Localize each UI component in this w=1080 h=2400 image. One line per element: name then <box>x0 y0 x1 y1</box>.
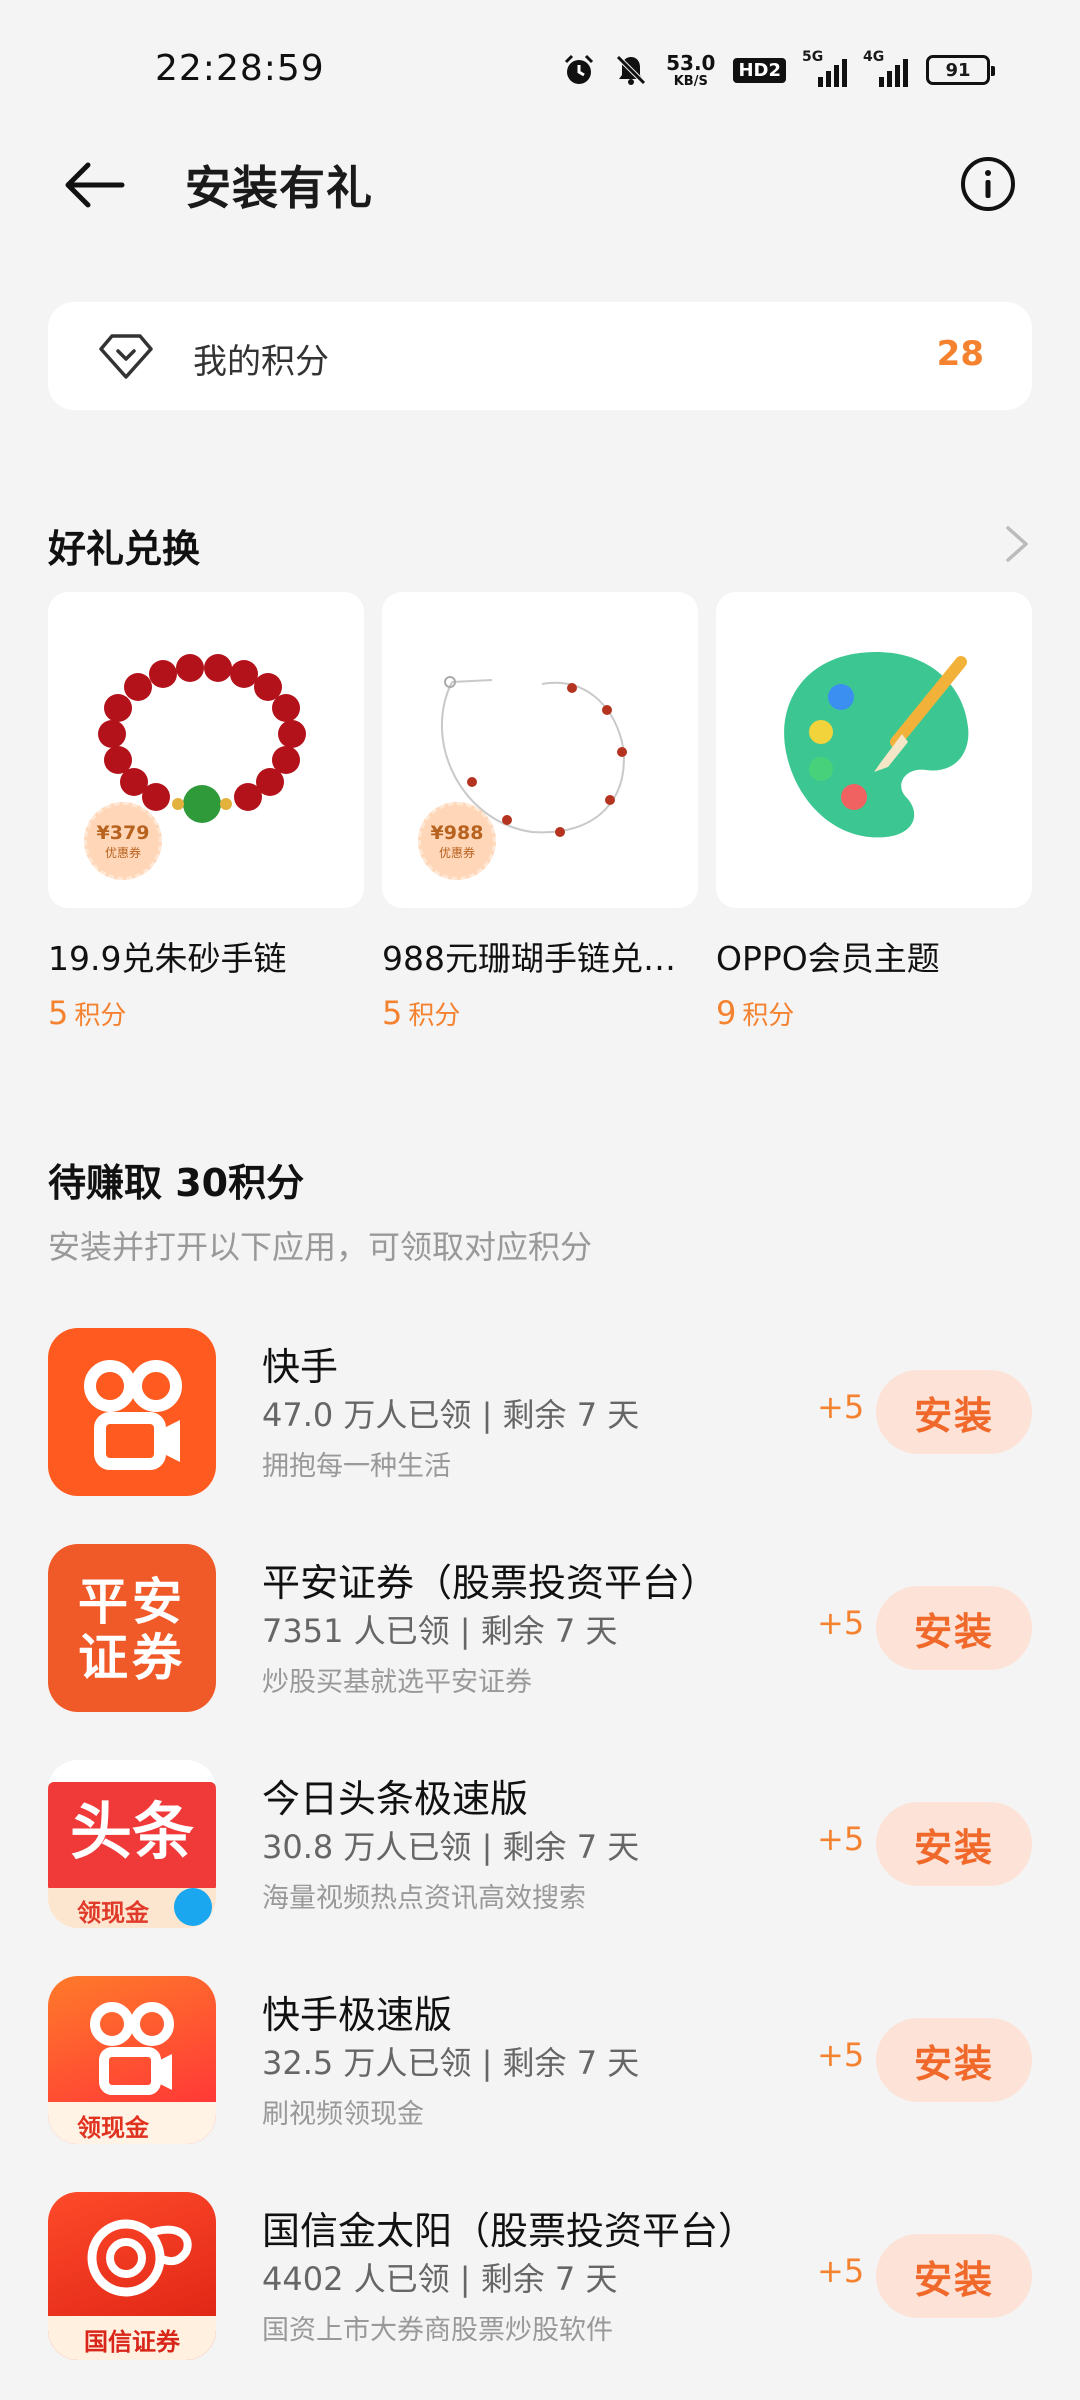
pingan-app-icon: 平安证券 <box>48 1544 216 1712</box>
net-speed-value: 53.0 <box>666 50 716 75</box>
gift-points-unit: 积分 <box>408 1001 461 1031</box>
mute-bell-icon <box>616 55 646 85</box>
chevron-right-icon[interactable] <box>1002 522 1032 566</box>
toutiao-app-icon: 头条 领现金 <box>48 1760 216 1928</box>
status-bar: 22:28:59 53.0 KB/S HD2 5G 4G 91 <box>0 0 1080 140</box>
gift-points-value: 5 <box>48 994 69 1032</box>
app-desc: 拥抱每一种生活 <box>262 1451 451 1482</box>
app-list-item[interactable]: 国信证券 国信金太阳（股票投资平台） 4402 人已领 | 剩余 7 天 国资上… <box>0 2192 1080 2362</box>
gift-image: ¥988 优惠券 <box>382 592 698 908</box>
install-button[interactable]: 安装 <box>876 2018 1032 2102</box>
app-list-item[interactable]: 快手 47.0 万人已领 | 剩余 7 天 拥抱每一种生活 +5 安装 <box>0 1328 1080 1498</box>
status-icons: 53.0 KB/S HD2 5G 4G 91 <box>562 46 995 94</box>
gift-name: OPPO会员主题 <box>716 939 940 978</box>
app-name: 快手极速版 <box>262 1993 453 2037</box>
points-label: 我的积分 <box>193 342 329 382</box>
gift-points: 5 积分 <box>382 994 698 1032</box>
guosen-app-icon: 国信证券 <box>48 2192 216 2360</box>
app-stats: 4402 人已领 | 剩余 7 天 <box>262 2260 618 2298</box>
install-button[interactable]: 安装 <box>876 1586 1032 1670</box>
gift-points: 9 积分 <box>716 994 1032 1032</box>
gift-points-value: 9 <box>716 994 737 1032</box>
app-list-item[interactable]: 头条 领现金 今日头条极速版 30.8 万人已领 | 剩余 7 天 海量视频热点… <box>0 1760 1080 1930</box>
points-value: 28 <box>936 334 984 374</box>
coupon-badge: ¥988 优惠券 <box>418 802 496 880</box>
kuaishou-lite-icon-badge: 领现金 <box>77 2114 149 2142</box>
app-stats: 47.0 万人已领 | 剩余 7 天 <box>262 1396 640 1434</box>
app-list-item[interactable]: 领现金 快手极速版 32.5 万人已领 | 剩余 7 天 刷视频领现金 +5 安… <box>0 1976 1080 2146</box>
coupon-text: 优惠券 <box>438 845 475 860</box>
app-desc: 海量视频热点资讯高效搜索 <box>262 1883 586 1914</box>
gift-image: ¥379 优惠券 <box>48 592 364 908</box>
toutiao-icon-badge: 领现金 <box>77 1899 149 1927</box>
gift-card[interactable]: OPPO会员主题 9 积分 <box>716 592 1032 1032</box>
kuaishou-app-icon <box>48 1328 216 1496</box>
status-time: 22:28:59 <box>155 48 325 89</box>
my-points-card[interactable]: 我的积分 28 <box>48 302 1032 410</box>
app-stats: 7351 人已领 | 剩余 7 天 <box>262 1612 618 1650</box>
palette-image <box>784 652 969 838</box>
signal-5g-icon: 5G <box>802 49 847 87</box>
earn-section-subtitle: 安装并打开以下应用，可领取对应积分 <box>48 1228 593 1266</box>
gift-card[interactable]: ¥379 优惠券 19.9兑朱砂手链 5 积分 <box>48 592 364 1032</box>
app-name: 今日头条极速版 <box>262 1777 529 1821</box>
install-button[interactable]: 安装 <box>876 2234 1032 2318</box>
hd-badge: HD2 <box>733 57 786 83</box>
gift-name: 988元珊瑚手链兑换券 <box>382 939 698 978</box>
app-reward: +5 <box>817 1820 865 1858</box>
info-icon[interactable] <box>956 152 1020 216</box>
back-arrow-icon[interactable] <box>60 150 130 220</box>
app-stats: 32.5 万人已领 | 剩余 7 天 <box>262 2044 640 2082</box>
toutiao-icon-text: 头条 <box>69 1795 194 1868</box>
app-reward: +5 <box>817 2252 865 2290</box>
page-title: 安装有礼 <box>185 161 373 215</box>
battery-icon: 91 <box>926 55 995 85</box>
gift-image <box>716 592 1032 908</box>
app-name: 国信金太阳（股票投资平台） <box>262 2209 757 2253</box>
net-speed-unit: KB/S <box>673 73 708 89</box>
app-stats: 30.8 万人已领 | 剩余 7 天 <box>262 1828 640 1866</box>
app-reward: +5 <box>817 1604 865 1642</box>
gift-points-value: 5 <box>382 994 403 1032</box>
install-button[interactable]: 安装 <box>876 1802 1032 1886</box>
coupon-badge: ¥379 优惠券 <box>84 802 162 880</box>
gift-name: 19.9兑朱砂手链 <box>48 939 287 978</box>
kuaishou-lite-app-icon: 领现金 <box>48 1976 216 2144</box>
signal-4g-icon: 4G <box>863 49 908 87</box>
coupon-text: 优惠券 <box>104 845 141 860</box>
net-speed: 53.0 KB/S <box>666 53 715 88</box>
install-button[interactable]: 安装 <box>876 1370 1032 1454</box>
signal-5g-label: 5G <box>802 49 824 65</box>
app-desc: 国资上市大券商股票炒股软件 <box>262 2315 613 2346</box>
signal-4g-label: 4G <box>863 49 885 65</box>
gift-points: 5 积分 <box>48 994 364 1032</box>
coupon-price: ¥988 <box>430 821 484 844</box>
app-reward: +5 <box>817 1388 865 1426</box>
pingan-icon-text: 平安证券 <box>78 1573 186 1687</box>
app-list-item[interactable]: 平安证券 平安证券（股票投资平台） 7351 人已领 | 剩余 7 天 炒股买基… <box>0 1544 1080 1714</box>
alarm-icon <box>565 54 594 84</box>
earn-section-title: 待赚取 30积分 <box>48 1161 305 1205</box>
guosen-icon-badge: 国信证券 <box>84 2328 180 2356</box>
gift-section-title: 好礼兑换 <box>48 527 201 571</box>
gift-card[interactable]: ¥988 优惠券 988元珊瑚手链兑换券 5 积分 <box>382 592 698 1032</box>
battery-level: 91 <box>945 59 971 81</box>
app-desc: 刷视频领现金 <box>262 2099 424 2130</box>
app-name: 平安证券（股票投资平台） <box>262 1561 719 1605</box>
coupon-price: ¥379 <box>96 821 150 844</box>
app-desc: 炒股买基就选平安证券 <box>262 1667 532 1698</box>
gift-points-unit: 积分 <box>74 1001 127 1031</box>
app-reward: +5 <box>817 2036 865 2074</box>
app-bar: 安装有礼 <box>0 130 1080 240</box>
gift-points-unit: 积分 <box>742 1001 795 1031</box>
app-name: 快手 <box>262 1345 339 1389</box>
diamond-icon <box>99 334 153 379</box>
